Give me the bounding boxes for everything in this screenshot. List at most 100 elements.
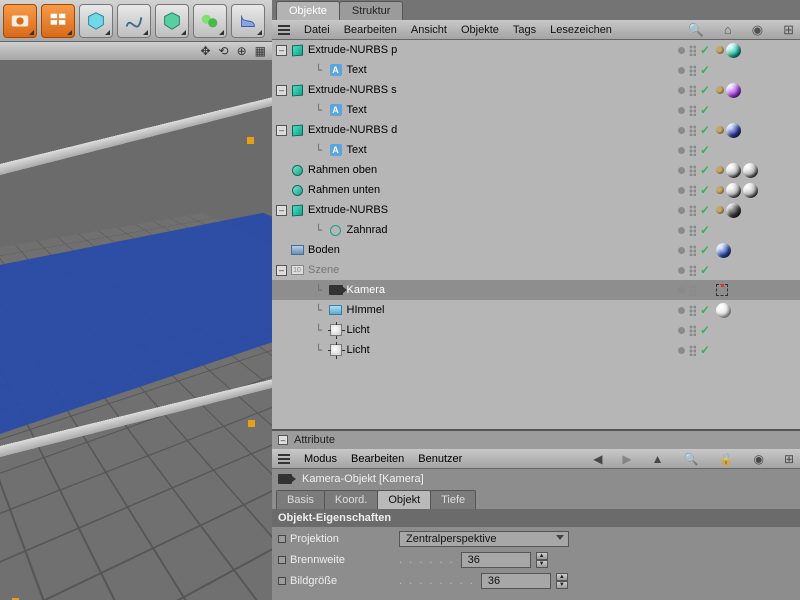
visibility-toggles[interactable]: ✓	[678, 203, 710, 217]
visibility-toggles[interactable]: ✓	[678, 303, 710, 317]
tag-column[interactable]	[716, 80, 741, 100]
tag-column[interactable]	[716, 40, 741, 60]
layout-icon[interactable]: ▦	[255, 44, 266, 58]
attr-tab-koord[interactable]: Koord.	[324, 490, 378, 509]
visibility-toggles[interactable]	[678, 285, 696, 296]
object-icon: A	[329, 103, 343, 117]
projection-dropdown[interactable]: Zentralperspektive	[399, 531, 569, 547]
tag-column[interactable]	[716, 280, 728, 300]
zoom-icon[interactable]: ⊕	[237, 44, 247, 58]
visibility-toggles[interactable]: ✓	[678, 183, 710, 197]
tree-row[interactable]: Rahmen unten✓	[272, 180, 800, 200]
tree-row[interactable]: –Extrude-NURBS✓	[272, 200, 800, 220]
tree-row[interactable]: └ AText✓	[272, 140, 800, 160]
viewport-canvas[interactable]: psd	[0, 60, 272, 600]
home-icon[interactable]: ⌂	[724, 22, 732, 37]
tree-row[interactable]: └ Zahnrad✓	[272, 220, 800, 240]
render-button[interactable]	[3, 4, 37, 38]
fwd-icon[interactable]: ▶	[622, 452, 631, 466]
tree-row[interactable]: └ Licht✓	[272, 340, 800, 360]
expand-icon[interactable]: ⊞	[784, 452, 794, 466]
visibility-toggles[interactable]: ✓	[678, 123, 710, 137]
rotate-icon[interactable]: ⟲	[219, 44, 229, 58]
primitive-cube-button[interactable]	[79, 4, 113, 38]
attr-row-focal: Brennweite . . . . . . 36 ▲▼	[278, 551, 794, 569]
tree-row[interactable]: └ Kamera	[272, 280, 800, 300]
object-label: Text	[347, 64, 467, 76]
tag-column[interactable]	[716, 120, 741, 140]
tag-column[interactable]	[716, 200, 741, 220]
nurbs-button[interactable]	[155, 4, 189, 38]
visibility-toggles[interactable]: ✓	[678, 343, 710, 357]
visibility-toggles[interactable]: ✓	[678, 143, 710, 157]
attributes-panel: – Attribute Modus Bearbeiten Benutzer ◀ …	[272, 430, 800, 600]
menu-tags[interactable]: Tags	[513, 24, 536, 36]
eye-icon[interactable]: ◉	[753, 452, 763, 466]
visibility-toggles[interactable]: ✓	[678, 223, 710, 237]
tree-row[interactable]: –10Szene✓	[272, 260, 800, 280]
tree-row[interactable]: └ HImmel✓	[272, 300, 800, 320]
tree-row[interactable]: –Extrude-NURBS d✓	[272, 120, 800, 140]
search-icon[interactable]: 🔍	[688, 22, 704, 38]
tree-row[interactable]: Rahmen oben✓	[272, 160, 800, 180]
visibility-toggles[interactable]: ✓	[678, 263, 710, 277]
object-tree[interactable]: –Extrude-NURBS p✓ └ AText✓–Extrude-NURBS…	[272, 40, 800, 430]
filmsize-spinner[interactable]: ▲▼	[556, 573, 568, 589]
object-icon	[290, 123, 304, 137]
eye-icon[interactable]: ◉	[752, 22, 763, 38]
tree-row[interactable]: └ AText✓	[272, 60, 800, 80]
focal-input[interactable]: 36	[461, 552, 531, 568]
collapse-icon[interactable]: –	[278, 435, 288, 445]
menu-edit[interactable]: Bearbeiten	[344, 24, 397, 36]
menu-edit2[interactable]: Bearbeiten	[351, 453, 404, 465]
expand-icon[interactable]: ⊞	[783, 22, 794, 38]
attr-tab-tiefe[interactable]: Tiefe	[430, 490, 476, 509]
modeling-button[interactable]	[193, 4, 227, 38]
object-icon	[290, 203, 304, 217]
back-icon[interactable]: ◀	[593, 452, 602, 466]
viewport-toolbar[interactable]: ✥ ⟲ ⊕ ▦	[0, 42, 272, 60]
tag-column[interactable]	[716, 160, 758, 180]
search-icon[interactable]: 🔍	[684, 452, 699, 466]
object-icon	[290, 163, 304, 177]
spline-button[interactable]	[117, 4, 151, 38]
attr-tab-objekt[interactable]: Objekt	[377, 490, 431, 509]
tree-row[interactable]: –Extrude-NURBS p✓	[272, 40, 800, 60]
tree-row[interactable]: Boden✓	[272, 240, 800, 260]
panel-menu-icon[interactable]	[278, 454, 290, 464]
tree-row[interactable]: └ AText✓	[272, 100, 800, 120]
tree-row[interactable]: –Extrude-NURBS s✓	[272, 80, 800, 100]
tag-column[interactable]	[716, 240, 731, 260]
menu-objects[interactable]: Objekte	[461, 24, 499, 36]
menu-bookmarks[interactable]: Lesezeichen	[550, 24, 612, 36]
visibility-toggles[interactable]: ✓	[678, 63, 710, 77]
tag-column[interactable]	[716, 300, 731, 320]
menu-mode[interactable]: Modus	[304, 453, 337, 465]
tree-row[interactable]: └ Licht✓	[272, 320, 800, 340]
menu-user[interactable]: Benutzer	[418, 453, 462, 465]
deformer-button[interactable]	[231, 4, 265, 38]
visibility-toggles[interactable]: ✓	[678, 43, 710, 57]
menu-file[interactable]: Datei	[304, 24, 330, 36]
visibility-toggles[interactable]: ✓	[678, 323, 710, 337]
tab-structure[interactable]: Struktur	[339, 1, 404, 20]
object-icon	[290, 183, 304, 197]
visibility-toggles[interactable]: ✓	[678, 83, 710, 97]
panel-menu-icon[interactable]	[278, 25, 290, 35]
visibility-toggles[interactable]: ✓	[678, 163, 710, 177]
up-icon[interactable]: ▲	[652, 452, 664, 466]
filmsize-input[interactable]: 36	[481, 573, 551, 589]
render-settings-button[interactable]	[41, 4, 75, 38]
attr-tab-basis[interactable]: Basis	[276, 490, 325, 509]
lock-icon[interactable]: 🔒	[719, 452, 734, 466]
object-label: Extrude-NURBS	[308, 204, 428, 216]
tab-objects[interactable]: Objekte	[276, 1, 340, 20]
menu-view[interactable]: Ansicht	[411, 24, 447, 36]
focal-spinner[interactable]: ▲▼	[536, 552, 548, 568]
move-icon[interactable]: ✥	[200, 44, 210, 58]
object-icon	[329, 303, 343, 317]
tag-column[interactable]	[716, 180, 758, 200]
visibility-toggles[interactable]: ✓	[678, 103, 710, 117]
visibility-toggles[interactable]: ✓	[678, 243, 710, 257]
object-icon	[329, 283, 343, 297]
